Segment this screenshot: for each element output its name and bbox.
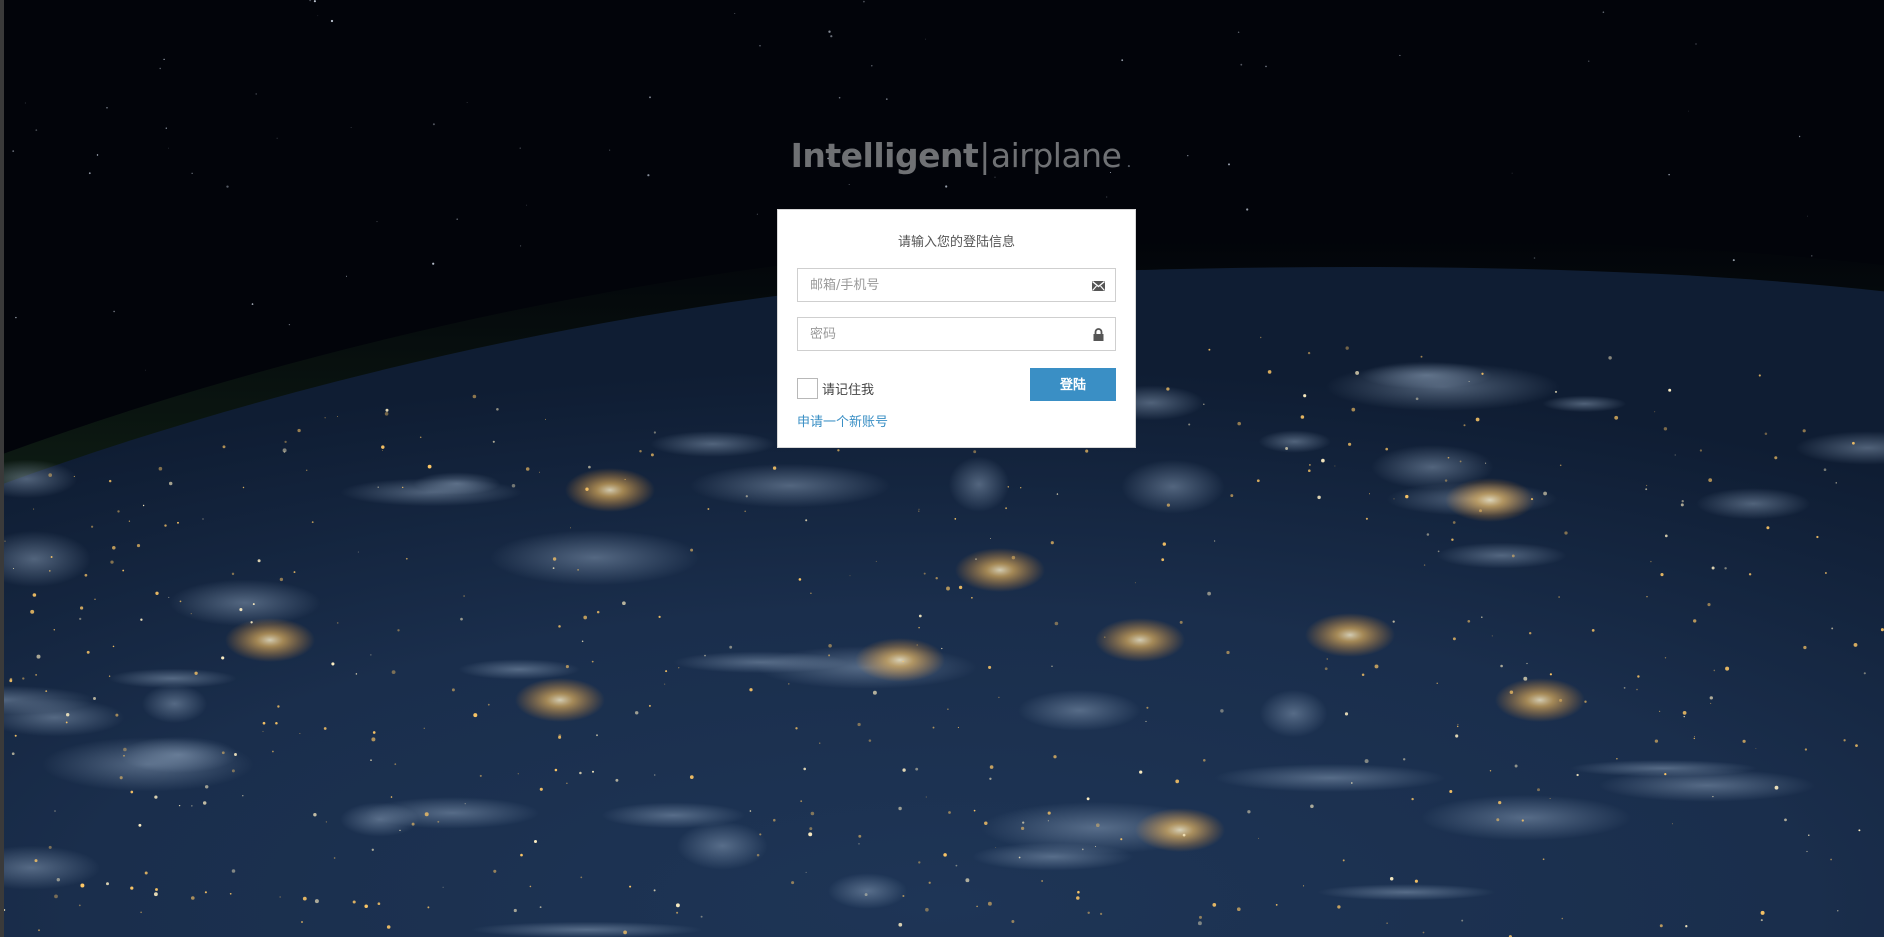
email-input[interactable] xyxy=(798,269,1115,301)
login-button[interactable]: 登陆 xyxy=(1030,368,1116,401)
register-link[interactable]: 申请一个新账号 xyxy=(797,411,888,430)
remember-checkbox[interactable] xyxy=(797,377,818,399)
login-card: 请输入您的登陆信息 请记住我 登陆 申请一个新账号 xyxy=(777,209,1136,448)
password-field[interactable] xyxy=(797,317,1116,351)
envelope-icon xyxy=(1092,280,1105,291)
brand-bold-text: Intelligent xyxy=(790,136,979,175)
login-page: Intelligent|airplane 请输入您的登陆信息 请记住我 登陆 申… xyxy=(0,0,1884,937)
lock-icon xyxy=(1093,328,1104,341)
brand-logo: Intelligent|airplane xyxy=(0,136,1884,175)
brand-light-text: airplane xyxy=(990,136,1122,175)
login-title: 请输入您的登陆信息 xyxy=(897,235,1015,250)
password-input[interactable] xyxy=(798,318,1115,350)
email-field[interactable] xyxy=(797,268,1116,302)
remember-me[interactable]: 请记住我 xyxy=(797,377,874,399)
brand-separator: | xyxy=(979,136,990,175)
remember-label[interactable]: 请记住我 xyxy=(822,379,874,398)
